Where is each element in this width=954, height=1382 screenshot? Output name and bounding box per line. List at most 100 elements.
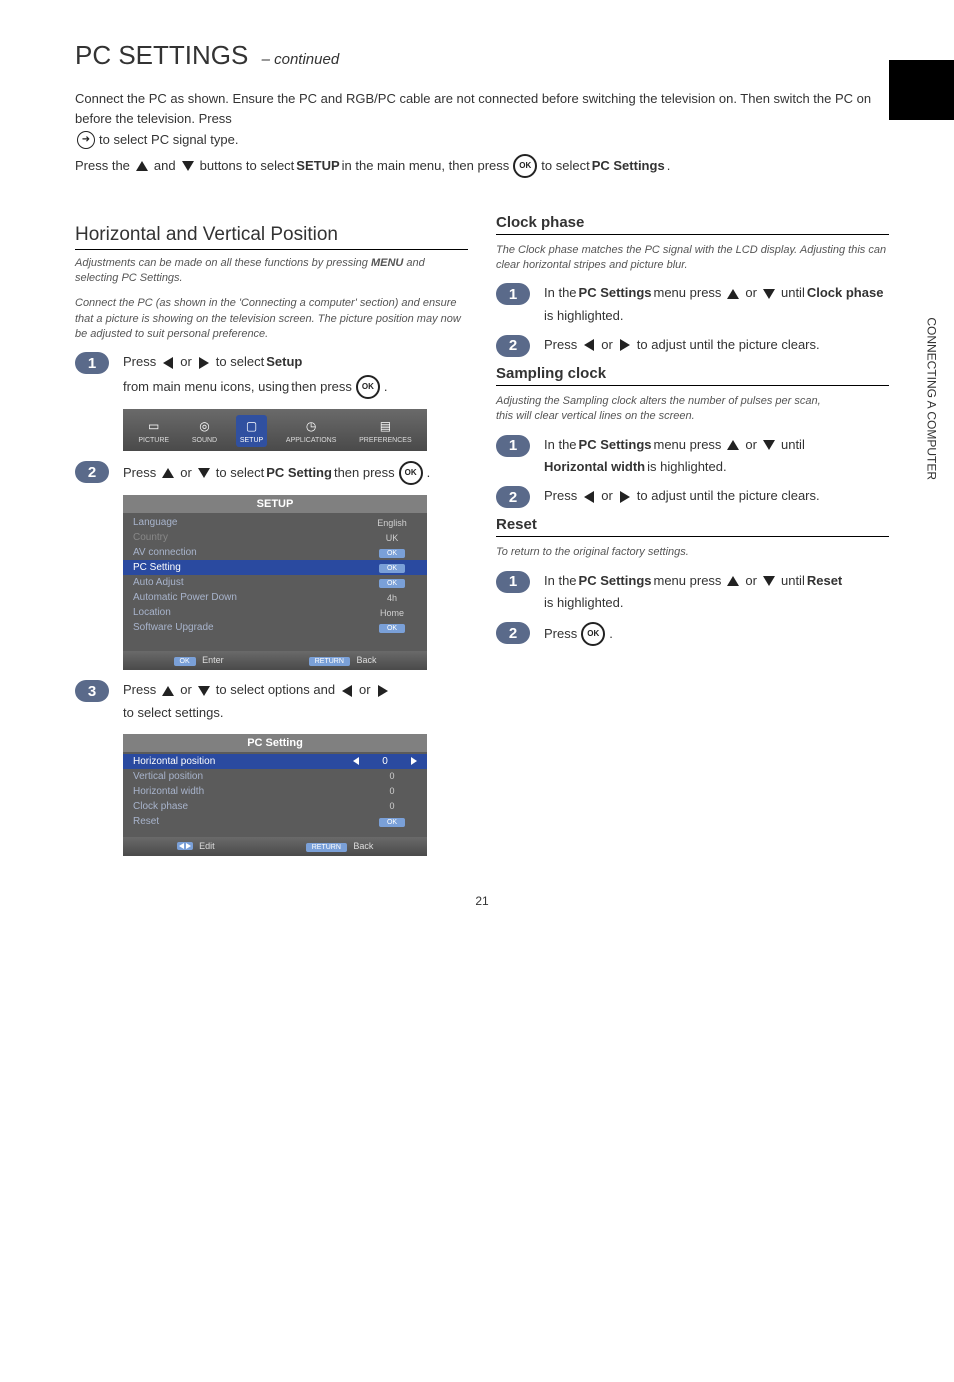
osd-row: Reset OK xyxy=(123,814,427,829)
osd-row: Location Home xyxy=(123,605,427,620)
intro-line-2c: buttons to select xyxy=(200,156,295,176)
ok-icon: OK xyxy=(513,154,537,178)
step-badge-3: 3 xyxy=(75,680,109,702)
hv-note-2: Connect the PC (as shown in the 'Connect… xyxy=(75,296,468,342)
rs1-b: PC Settings xyxy=(579,571,652,592)
ls3-or: or xyxy=(180,680,192,701)
osd-footer-back: RETURN Back xyxy=(306,841,374,852)
osd-row-label: Automatic Power Down xyxy=(133,592,237,603)
step-badge-1: 1 xyxy=(496,571,530,593)
osd-row-value: 0 xyxy=(367,786,417,796)
sc1-or: or xyxy=(745,435,757,456)
left-arrow-icon xyxy=(339,683,355,699)
osd-row-label: Auto Adjust xyxy=(133,577,184,588)
ls1-setup: Setup xyxy=(266,352,302,373)
left-step-3: 3 Press or to select options and or to s… xyxy=(75,680,468,724)
reset-title: Reset xyxy=(496,516,537,533)
osd-row-value: OK xyxy=(367,562,417,573)
ok-chip-icon: OK xyxy=(379,564,405,573)
osd-row: Vertical position0 xyxy=(123,769,427,784)
sc1-c: menu press xyxy=(654,435,722,456)
osd-footer-back-text: Back xyxy=(353,841,373,851)
osd-tab-label: SOUND xyxy=(192,437,217,444)
left-step-1: 1 Press or to select Setup from main men… xyxy=(75,352,468,399)
left-arrow-icon xyxy=(160,355,176,371)
right-arrow-icon xyxy=(375,683,391,699)
section-reset: Reset xyxy=(496,516,889,537)
cp1-or: or xyxy=(745,283,757,304)
step-badge-1: 1 xyxy=(496,435,530,457)
osd-row-label: PC Setting xyxy=(133,562,181,573)
osd-tab-icon: ◷ xyxy=(301,418,321,434)
rs1-d: until xyxy=(781,571,805,592)
side-section-label: CONNECTING A COMPUTER xyxy=(925,317,939,480)
page-number: 21 xyxy=(75,894,889,908)
osd-row-value: 0 xyxy=(367,801,417,811)
osd-tab-applications: ◷APPLICATIONS xyxy=(282,415,340,447)
left-step-2: 2 Press or to select PC Setting then pre… xyxy=(75,461,468,485)
osd-row-label: Clock phase xyxy=(133,801,188,812)
osd-row-label: Country xyxy=(133,532,168,543)
ok-chip-icon: OK xyxy=(379,579,405,588)
osd-row-slider: 0 xyxy=(353,756,417,767)
right-arrow-icon xyxy=(617,337,633,353)
rs1-c: menu press xyxy=(654,571,722,592)
sc1-b: PC Settings xyxy=(579,435,652,456)
intro-pcsettings-bold: PC Settings xyxy=(592,156,665,176)
osd-row-label: Reset xyxy=(133,816,159,827)
ls3-c: to select settings. xyxy=(123,703,223,724)
sc2-a: Press xyxy=(544,486,577,507)
osd-row-value: OK xyxy=(367,577,417,588)
ok-chip-icon: OK xyxy=(379,549,405,558)
osd-pc-title: PC Setting xyxy=(123,734,427,752)
sc-step-2: 2 Press or to adjust until the picture c… xyxy=(496,486,889,508)
osd-row-label: Location xyxy=(133,607,171,618)
osd-footer-enter-text: Enter xyxy=(202,655,224,665)
step-badge-1: 1 xyxy=(75,352,109,374)
ls2-or: or xyxy=(180,463,192,484)
osd-row-value: 4h xyxy=(367,593,417,603)
reset-note: To return to the original factory settin… xyxy=(496,545,889,560)
osd-row-label: Language xyxy=(133,517,178,528)
cp-step-1: 1 In the PC Settings menu press or until… xyxy=(496,283,889,327)
sc1-f: is highlighted. xyxy=(647,457,727,478)
osd-tab-icon: ▤ xyxy=(375,418,395,434)
rs1-e: Reset xyxy=(807,571,842,592)
step-badge-2: 2 xyxy=(496,335,530,357)
osd-footer-edit: Edit xyxy=(177,841,215,851)
cp1-b: PC Settings xyxy=(579,283,652,304)
ls2-d: . xyxy=(427,463,431,484)
sampling-clock-title: Sampling clock xyxy=(496,365,606,382)
intro-line-2h: . xyxy=(667,156,671,176)
cp2-b: to adjust until the picture clears. xyxy=(637,335,820,356)
return-chip-icon: RETURN xyxy=(309,657,350,666)
ls2-b: to select xyxy=(216,463,264,484)
edge-tab xyxy=(889,60,954,120)
osd-row: Horizontal position 0 xyxy=(123,754,427,769)
ok-icon: OK xyxy=(356,375,380,399)
clock-phase-note: The Clock phase matches the PC signal wi… xyxy=(496,243,889,274)
right-arrow-icon xyxy=(617,489,633,505)
osd-row-value: 0 xyxy=(365,756,405,767)
cp1-c: menu press xyxy=(654,283,722,304)
sc2-or: or xyxy=(601,486,613,507)
down-arrow-icon xyxy=(761,573,777,589)
ok-chip-icon: OK xyxy=(379,818,405,827)
osd-footer-back-text: Back xyxy=(356,655,376,665)
ls3-a: Press xyxy=(123,680,156,701)
left-arrow-icon xyxy=(581,489,597,505)
osd-row: Automatic Power Down 4h xyxy=(123,590,427,605)
ok-chip-icon: OK xyxy=(174,657,196,666)
intro-line-2b: and xyxy=(154,156,176,176)
osd-row-value: Home xyxy=(367,608,417,618)
intro-line-2e: in the main menu, then press xyxy=(342,156,510,176)
osd-row-label: Horizontal position xyxy=(133,756,215,767)
osd-tab-icon: ◎ xyxy=(194,418,214,434)
ok-icon: OK xyxy=(581,622,605,646)
cp-step-2: 2 Press or to adjust until the picture c… xyxy=(496,335,889,357)
osd-row-label: Horizontal width xyxy=(133,786,204,797)
osd-row-value: OK xyxy=(367,622,417,633)
osd-pc-setting-menu: PC Setting Horizontal position 0 Vertical … xyxy=(123,734,427,856)
osd-tab-picture: ▭PICTURE xyxy=(134,415,173,447)
ls2-c: then press xyxy=(334,463,395,484)
